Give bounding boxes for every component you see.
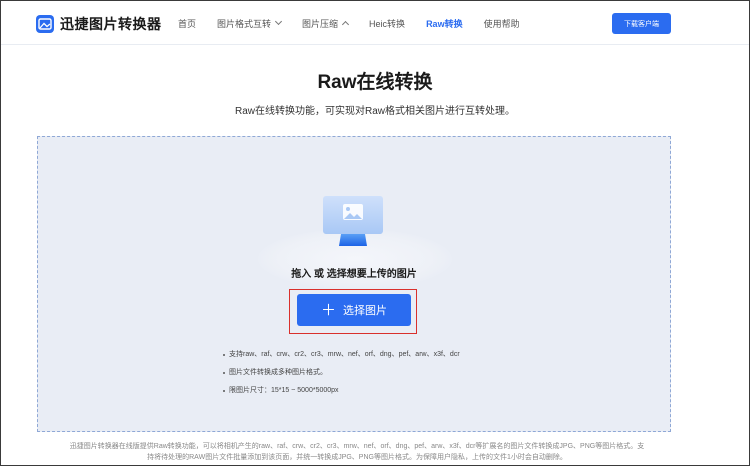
nav-item-format-convert[interactable]: 图片格式互转 <box>217 1 283 45</box>
nav-item-compress[interactable]: 图片压缩 <box>302 1 350 45</box>
nav-item-home[interactable]: 首页 <box>178 1 196 45</box>
nav-label: 图片压缩 <box>302 18 339 29</box>
bullet-icon <box>223 390 225 392</box>
upload-image-icon <box>321 194 385 255</box>
main-nav: 首页 图片格式互转 图片压缩 Heic转换 Raw转换 使用帮助 <box>178 1 541 45</box>
note-item: 限图片尺寸：15*15 ~ 5000*5000px <box>223 387 460 405</box>
note-item: 图片文件转换成多种图片格式。 <box>223 369 460 387</box>
upload-drop-zone[interactable]: 拖入 或 选择想要上传的图片 ＋ 选择图片 支持raw、raf、crw、cr2、… <box>37 136 671 432</box>
download-client-button[interactable]: 下载客户端 <box>612 13 671 34</box>
nav-label: Heic转换 <box>369 18 406 29</box>
upload-notes: 支持raw、raf、crw、cr2、cr3、mrw、nef、orf、dng、pe… <box>223 351 460 405</box>
nav-label: Raw转换 <box>426 18 463 29</box>
select-image-label: 选择图片 <box>343 305 387 317</box>
note-text: 支持raw、raf、crw、cr2、cr3、mrw、nef、orf、dng、pe… <box>229 351 460 358</box>
note-text: 限图片尺寸：15*15 ~ 5000*5000px <box>229 387 339 394</box>
note-text: 图片文件转换成多种图片格式。 <box>229 369 327 376</box>
nav-item-heic[interactable]: Heic转换 <box>369 1 405 45</box>
footer-description: 迅捷图片转换器在线版提供Raw转换功能，可以将相机产生的raw、raf、crw、… <box>69 443 645 461</box>
bullet-icon <box>223 354 225 356</box>
page-subtitle: Raw在线转换功能，可实现对Raw格式相关图片进行互转处理。 <box>234 106 515 117</box>
plus-icon: ＋ <box>320 301 336 319</box>
nav-label: 图片格式互转 <box>217 18 272 29</box>
nav-item-raw[interactable]: Raw转换 <box>426 1 463 45</box>
bullet-icon <box>223 372 225 374</box>
nav-item-help[interactable]: 使用帮助 <box>484 1 520 45</box>
chevron-down-icon <box>274 17 283 26</box>
note-item: 支持raw、raf、crw、cr2、cr3、mrw、nef、orf、dng、pe… <box>223 351 460 369</box>
chevron-up-icon <box>342 20 350 28</box>
top-header: 迅捷图片转换器 首页 图片格式互转 图片压缩 Heic转换 Raw转换 使用帮助… <box>1 1 749 45</box>
select-image-button[interactable]: ＋ 选择图片 <box>297 294 411 326</box>
logo-icon <box>36 15 54 33</box>
page-title: Raw在线转换 <box>317 72 433 93</box>
nav-label: 使用帮助 <box>483 18 520 29</box>
drop-hint-text: 拖入 或 选择想要上传的图片 <box>291 269 417 280</box>
nav-label: 首页 <box>178 18 197 29</box>
logo[interactable]: 迅捷图片转换器 <box>36 14 162 34</box>
logo-text: 迅捷图片转换器 <box>60 16 162 32</box>
